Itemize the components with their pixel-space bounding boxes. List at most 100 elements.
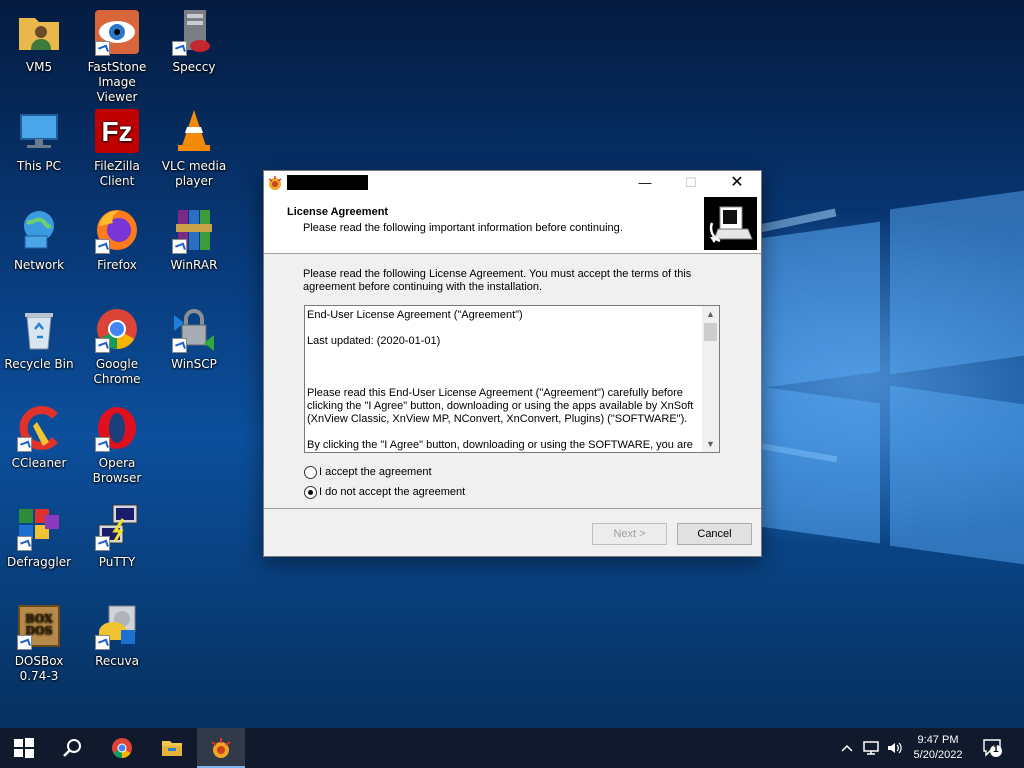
desktop-icon-ccleaner[interactable]: CCleaner bbox=[1, 404, 77, 471]
desktop-icon-label: Recuva bbox=[95, 654, 139, 668]
computer-install-icon bbox=[704, 197, 757, 250]
shortcut-arrow-icon bbox=[172, 41, 187, 56]
file-explorer-icon bbox=[162, 741, 182, 756]
desktop-icon-label: WinSCP bbox=[171, 357, 217, 371]
shortcut-arrow-icon bbox=[95, 41, 110, 56]
shortcut-arrow-icon bbox=[172, 239, 187, 254]
intro-text: Please read the following License Agreem… bbox=[303, 268, 692, 293]
svg-text:Fz: Fz bbox=[101, 116, 132, 147]
license-paragraph bbox=[307, 361, 701, 374]
windows-logo-pane bbox=[890, 385, 1024, 565]
windows-logo-pane bbox=[760, 386, 880, 544]
desktop-icon-speccy[interactable]: Speccy bbox=[156, 8, 232, 75]
desktop-icon-label: Opera Browser bbox=[92, 456, 142, 485]
desktop-icon-vm5[interactable]: VM5 bbox=[1, 8, 77, 75]
radio-selected-icon[interactable] bbox=[304, 486, 317, 499]
license-paragraph: Please read this End-User License Agreem… bbox=[307, 387, 694, 425]
scroll-down-icon[interactable]: ▼ bbox=[702, 436, 719, 452]
radio-circle-icon[interactable] bbox=[304, 466, 317, 479]
desktop-icon-label: PuTTY bbox=[98, 555, 136, 569]
maximize-button[interactable]: ☐ bbox=[668, 171, 714, 195]
radio-label[interactable]: I accept the agreement bbox=[319, 464, 432, 480]
folder-user-icon bbox=[19, 18, 59, 50]
minimize-button[interactable]: — bbox=[622, 171, 668, 195]
desktop-icon-label: FastStone Image Viewer bbox=[87, 60, 147, 104]
start-icon bbox=[14, 738, 34, 758]
radio-label[interactable]: I do not accept the agreement bbox=[319, 484, 465, 500]
recycle-bin-icon bbox=[25, 313, 53, 350]
desktop-icon-label: VM5 bbox=[25, 60, 53, 74]
shortcut-arrow-icon bbox=[17, 536, 32, 551]
notification-icon bbox=[983, 739, 1002, 757]
shortcut-arrow-icon bbox=[95, 239, 110, 254]
title-bar[interactable]: — ☐ ✕ bbox=[264, 171, 761, 195]
desktop-icon-label: This PC bbox=[17, 159, 61, 173]
installer-app-icon bbox=[211, 738, 231, 758]
taskbar-chrome[interactable] bbox=[98, 728, 146, 768]
shortcut-arrow-icon bbox=[95, 338, 110, 353]
license-textbox[interactable]: End-User License Agreement ("Agreement")… bbox=[304, 305, 720, 453]
desktop-icon-label: Recycle Bin bbox=[4, 357, 74, 371]
desktop-icon-faststone[interactable]: FastStone Image Viewer bbox=[79, 8, 155, 105]
desktop-icon-dosbox[interactable]: BOX DOS DOSBox 0.74-3 bbox=[1, 602, 77, 684]
notification-count: 1 bbox=[993, 744, 999, 755]
desktop-icon-label: Firefox bbox=[97, 258, 137, 272]
desktop-icon-winrar[interactable]: WinRAR bbox=[156, 206, 232, 273]
page-subtitle: Please read the following important info… bbox=[303, 222, 623, 234]
taskbar-installer[interactable] bbox=[197, 728, 245, 768]
taskbar: 9:47 PM 5/20/2022 1 bbox=[0, 728, 1024, 768]
desktop-icon-label: VLC media player bbox=[161, 159, 227, 188]
shortcut-arrow-icon bbox=[95, 635, 110, 650]
network-icon[interactable] bbox=[862, 740, 880, 756]
chrome-icon bbox=[112, 738, 132, 759]
license-text: End-User License Agreement ("Agreement")… bbox=[307, 309, 701, 452]
desktop-icon-filezilla[interactable]: Fz FileZilla Client bbox=[79, 107, 155, 189]
desktop-icon-vlc[interactable]: VLC media player bbox=[156, 107, 232, 189]
redacted-window-title bbox=[287, 175, 368, 190]
clock-time: 9:47 PM bbox=[917, 734, 959, 746]
close-button[interactable]: ✕ bbox=[714, 171, 760, 195]
this-pc-icon bbox=[20, 114, 58, 148]
desktop-icon-label: Defraggler bbox=[6, 555, 72, 569]
license-paragraph: By clicking the "I Agree" button, downlo… bbox=[307, 439, 693, 451]
shortcut-arrow-icon bbox=[17, 635, 32, 650]
clock[interactable]: 9:47 PM 5/20/2022 bbox=[898, 733, 978, 763]
chevron-up-icon[interactable] bbox=[840, 741, 854, 755]
license-scrollbar[interactable]: ▲ ▼ bbox=[702, 306, 719, 452]
desktop-icon-recycle-bin[interactable]: Recycle Bin bbox=[1, 305, 77, 372]
cancel-button[interactable]: Cancel bbox=[677, 523, 752, 545]
desktop-icon-firefox[interactable]: Firefox bbox=[79, 206, 155, 273]
clock-date: 5/20/2022 bbox=[913, 749, 963, 761]
desktop-icon-putty[interactable]: PuTTY bbox=[79, 503, 155, 570]
next-button[interactable]: Next > bbox=[592, 523, 667, 545]
desktop-icon-label: WinRAR bbox=[170, 258, 218, 272]
page-title: License Agreement bbox=[287, 206, 389, 218]
installer-window: — ☐ ✕ License Agreement Please read the … bbox=[263, 170, 762, 557]
scroll-up-icon[interactable]: ▲ bbox=[702, 306, 719, 322]
wizard-header: License Agreement Please read the follow… bbox=[264, 195, 761, 254]
desktop-icon-network[interactable]: Network bbox=[1, 206, 77, 273]
shortcut-arrow-icon bbox=[172, 338, 187, 353]
desktop-icon-label: CCleaner bbox=[11, 456, 67, 470]
desktop-icon-this-pc[interactable]: This PC bbox=[1, 107, 77, 174]
desktop-icon-winscp[interactable]: WinSCP bbox=[156, 305, 232, 372]
desktop-icon-opera[interactable]: Opera Browser bbox=[79, 404, 155, 486]
windows-logo-pane bbox=[890, 190, 1024, 375]
network-globe-icon bbox=[24, 211, 54, 249]
desktop-icon-chrome[interactable]: Google Chrome bbox=[79, 305, 155, 387]
start-button[interactable] bbox=[0, 728, 48, 768]
shortcut-arrow-icon bbox=[17, 437, 32, 452]
desktop-icon-defraggler[interactable]: Defraggler bbox=[1, 503, 77, 570]
license-paragraph: End-User License Agreement ("Agreement") bbox=[307, 309, 523, 321]
installer-app-icon bbox=[268, 176, 282, 190]
shortcut-arrow-icon bbox=[95, 536, 110, 551]
shortcut-arrow-icon bbox=[95, 437, 110, 452]
desktop-icon-recuva[interactable]: Recuva bbox=[79, 602, 155, 669]
footer-separator bbox=[264, 508, 761, 509]
desktop-icon-label: Speccy bbox=[172, 60, 216, 74]
action-center-button[interactable]: 1 bbox=[982, 737, 1002, 757]
scroll-thumb[interactable] bbox=[704, 323, 717, 341]
desktop-icon-label: FileZilla Client bbox=[94, 159, 140, 188]
taskbar-file-explorer[interactable] bbox=[148, 728, 196, 768]
search-button[interactable] bbox=[48, 728, 96, 768]
